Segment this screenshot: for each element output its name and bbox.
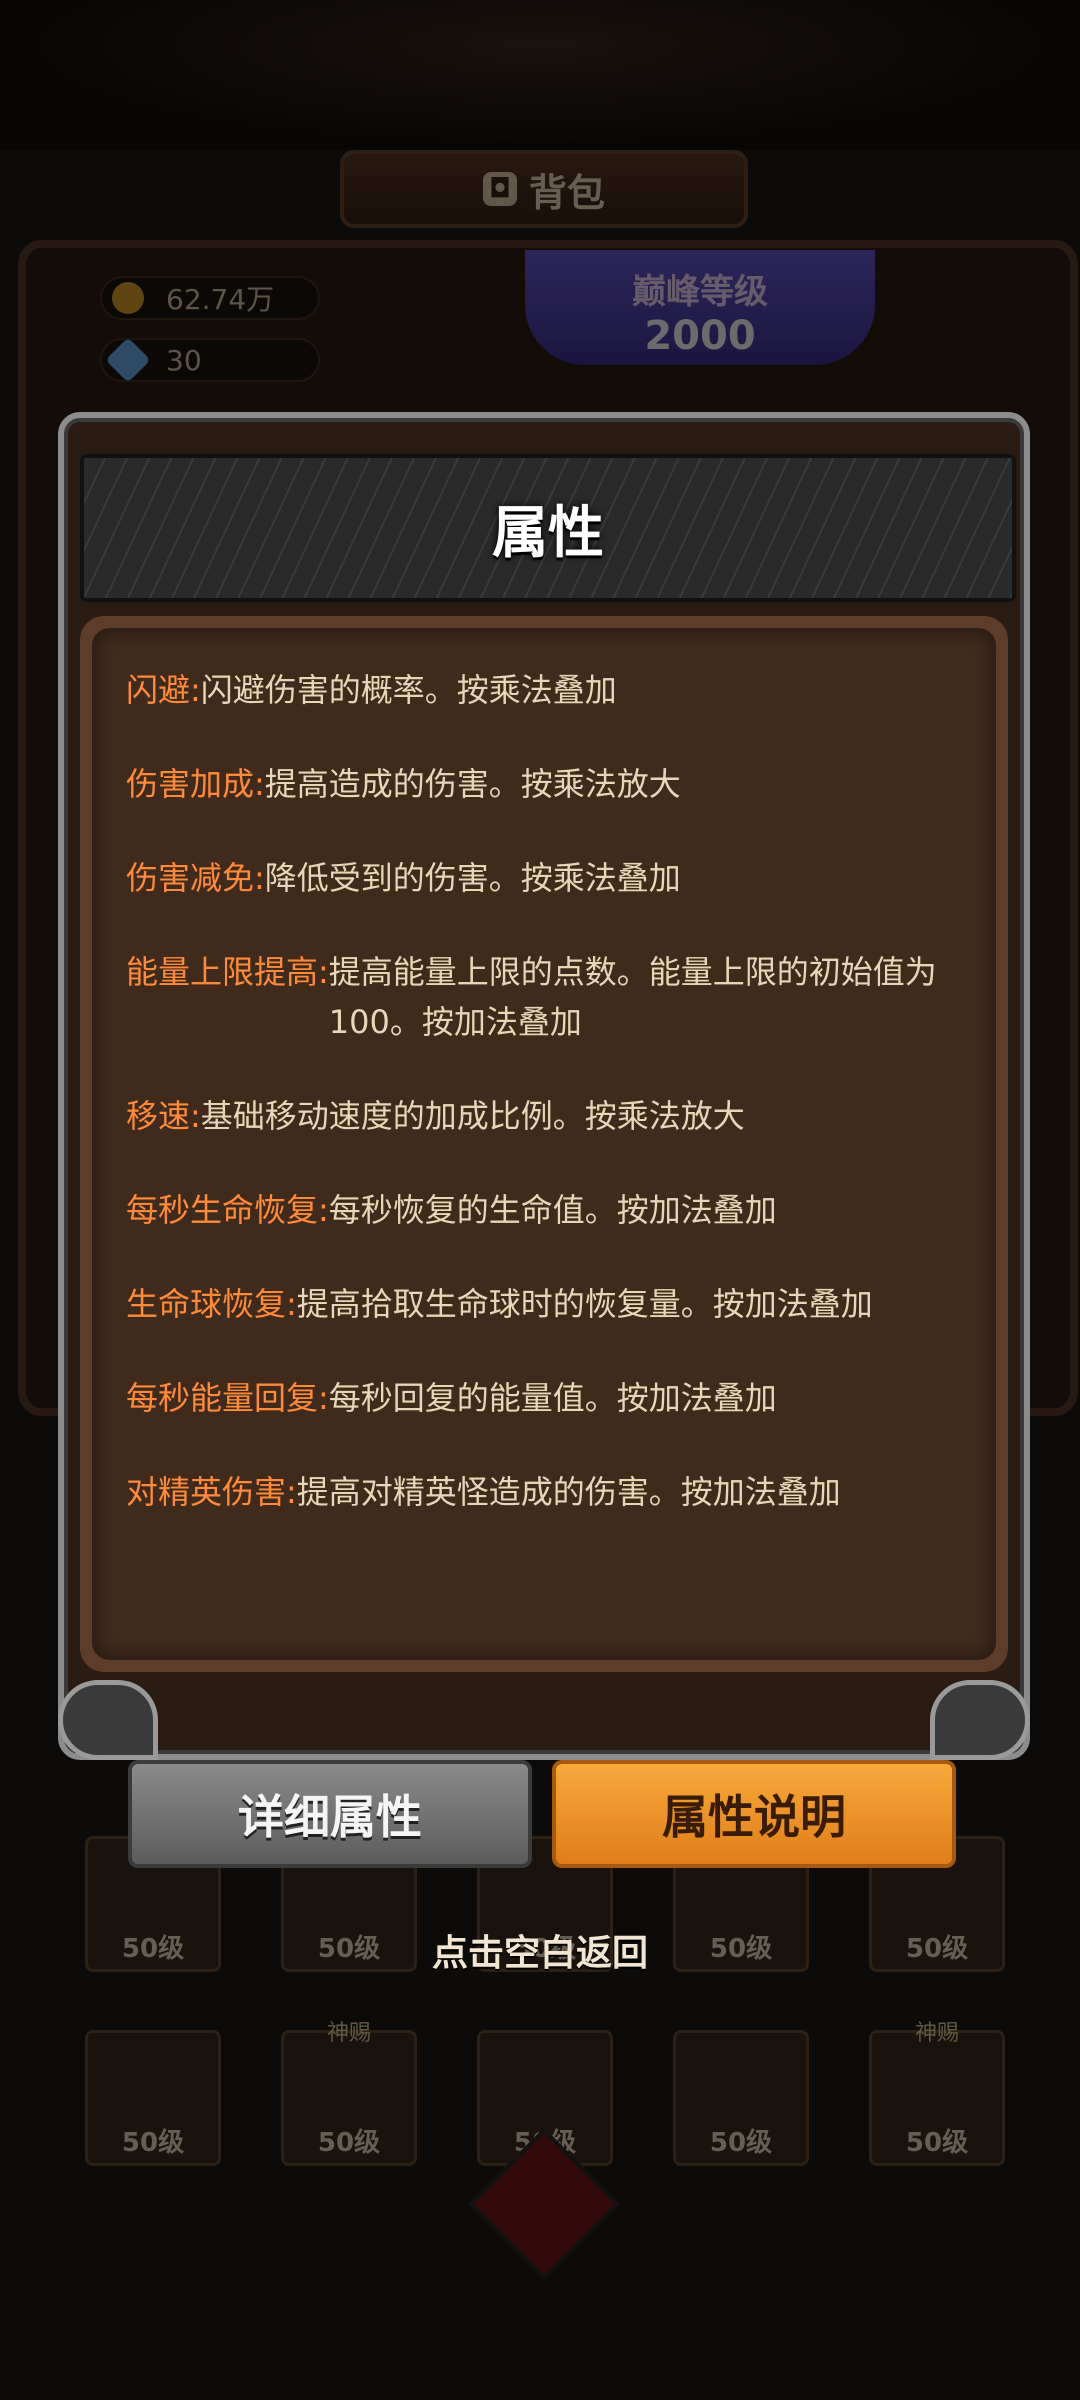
attribute-entry: 对精英伤害: 提高对精英怪造成的伤害。按加法叠加 <box>126 1467 966 1517</box>
attribute-name: 移速: <box>126 1097 201 1135</box>
peak-level-badge: 巅峰等级 2000 <box>525 250 875 365</box>
attribute-desc: 闪避伤害的概率。按乘法叠加 <box>200 671 617 709</box>
corner-ornament-left <box>58 1680 158 1760</box>
gem-counter: 30 <box>100 337 320 383</box>
bag-title: 背包 <box>528 170 605 215</box>
attribute-name: 对精英伤害: <box>126 1473 297 1511</box>
attribute-name: 伤害减免: <box>126 859 265 897</box>
equipment-slot[interactable]: 神赐 50级 <box>869 2021 1005 2166</box>
attribute-desc: 提高拾取生命球时的恢复量。按加法叠加 <box>296 1285 873 1323</box>
attribute-entry: 能量上限提高: 提高能量上限的点数。能量上限的初始值为 100。按加法叠加 <box>126 947 966 1047</box>
attribute-entry: 生命球恢复: 提高拾取生命球时的恢复量。按加法叠加 <box>126 1279 966 1329</box>
attribute-entry: 伤害加成: 提高造成的伤害。按乘法放大 <box>126 759 966 809</box>
attribute-name: 每秒能量回复: <box>126 1379 329 1417</box>
gem-value: 30 <box>166 343 202 377</box>
attribute-name: 每秒生命恢复: <box>126 1191 329 1229</box>
corner-ornament-right <box>930 1680 1030 1760</box>
attribute-desc: 每秒回复的能量值。按加法叠加 <box>328 1379 777 1417</box>
attribute-desc: 每秒恢复的生命值。按加法叠加 <box>328 1191 777 1229</box>
attribute-desc: 提高造成的伤害。按乘法放大 <box>264 765 681 803</box>
attribute-name: 生命球恢复: <box>126 1285 297 1323</box>
attribute-name: 闪避: <box>126 671 201 709</box>
slot-level: 50级 <box>317 2128 381 2158</box>
attribute-desc: 基础移动速度的加成比例。按乘法放大 <box>200 1097 745 1135</box>
attribute-entry: 每秒生命恢复: 每秒恢复的生命值。按加法叠加 <box>126 1185 966 1235</box>
attribute-desc: 降低受到的伤害。按乘法叠加 <box>264 859 681 897</box>
coin-icon <box>112 282 144 314</box>
peak-level-label: 巅峰等级 <box>632 272 768 312</box>
top-ornament <box>0 0 1080 150</box>
attribute-entry: 每秒能量回复: 每秒回复的能量值。按加法叠加 <box>126 1373 966 1423</box>
equipment-slot[interactable]: 50级 <box>673 2030 809 2166</box>
dialog-footer <box>58 1674 1030 1760</box>
attribute-desc: 提高对精英怪造成的伤害。按加法叠加 <box>296 1473 841 1511</box>
slot-level: 50级 <box>121 2128 185 2158</box>
attribute-list: 叠加 闪避: 闪避伤害的概率。按乘法叠加 伤害加成: 提高造成的伤害。按乘法放大… <box>92 628 996 1561</box>
equipment-slot[interactable]: 神赐 50级 <box>281 2021 417 2166</box>
slot-tag: 神赐 <box>914 2021 960 2046</box>
attribute-name: 伤害加成: <box>126 765 265 803</box>
tap-blank-to-return-hint[interactable]: 点击空白返回 <box>0 1924 1080 1976</box>
tab-attribute-description[interactable]: 属性说明 <box>552 1760 956 1868</box>
attribute-dialog: 属性 叠加 闪避: 闪避伤害的概率。按乘法叠加 伤害加成: 提高造成的伤害。按乘… <box>58 412 1030 1760</box>
slot-level: 50级 <box>709 2128 773 2158</box>
bag-icon: ◘ <box>482 172 517 206</box>
attribute-desc: 提高能量上限的点数。能量上限的初始值为 100。按加法叠加 <box>328 953 937 1041</box>
peak-level-value: 2000 <box>644 313 756 359</box>
dialog-header: 属性 <box>80 454 1016 602</box>
attribute-entry: 伤害减免: 降低受到的伤害。按乘法叠加 <box>126 853 966 903</box>
dialog-title: 属性 <box>492 500 604 566</box>
slot-tag: 神赐 <box>326 2021 372 2046</box>
attribute-entry: 闪避: 闪避伤害的概率。按乘法叠加 <box>126 665 966 715</box>
gem-icon <box>105 337 151 383</box>
bag-title-bar: ◘ 背包 <box>340 150 748 228</box>
gold-counter: 62.74万 <box>100 276 320 320</box>
equipment-slot[interactable]: 50级 <box>85 2030 221 2166</box>
attribute-scroll-area[interactable]: 叠加 闪避: 闪避伤害的概率。按乘法叠加 伤害加成: 提高造成的伤害。按乘法放大… <box>92 628 996 1660</box>
tab-detailed-attributes[interactable]: 详细属性 <box>128 1760 532 1868</box>
gold-value: 62.74万 <box>166 283 275 316</box>
attribute-entry: 移速: 基础移动速度的加成比例。按乘法放大 <box>126 1091 966 1141</box>
attribute-name: 能量上限提高: <box>126 953 329 991</box>
slot-level: 50级 <box>905 2128 969 2158</box>
attribute-content: 叠加 闪避: 闪避伤害的概率。按乘法叠加 伤害加成: 提高造成的伤害。按乘法放大… <box>80 616 1008 1672</box>
